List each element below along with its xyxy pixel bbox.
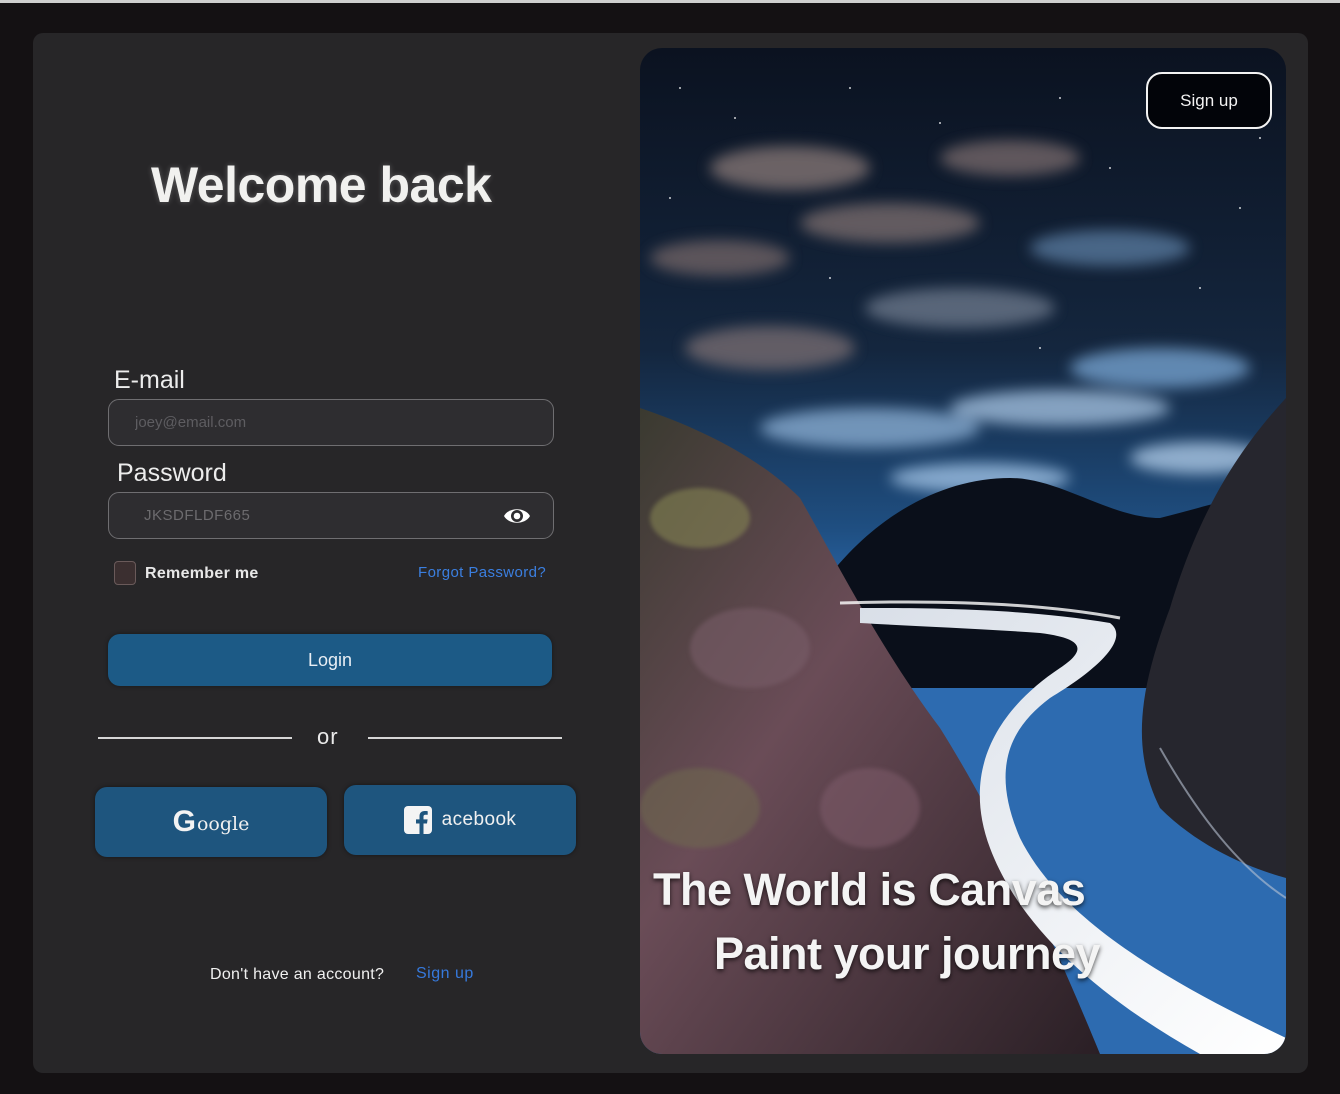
email-field-wrapper (108, 399, 554, 446)
email-field[interactable] (109, 400, 553, 445)
google-login-button[interactable]: G oogle (95, 787, 327, 857)
page-title: Welcome back (151, 157, 492, 213)
google-button-label: oogle (196, 813, 250, 835)
facebook-icon (403, 806, 432, 834)
password-label: Password (117, 459, 227, 487)
password-field-wrapper (108, 492, 554, 539)
email-label: E-mail (114, 366, 185, 394)
hero-tagline-line1: The World is Canvas (653, 864, 1086, 915)
window-top-border (0, 0, 1340, 3)
facebook-login-button[interactable]: acebook (344, 785, 576, 855)
login-button[interactable]: Login (108, 634, 552, 686)
password-field[interactable] (109, 493, 553, 538)
signup-link[interactable]: Sign up (416, 965, 474, 983)
forgot-password-link[interactable]: Forgot Password? (418, 564, 546, 581)
remember-checkbox[interactable] (114, 561, 136, 585)
no-account-text: Don't have an account? (210, 966, 385, 983)
facebook-button-label: acebook (441, 809, 517, 830)
hero-tagline-line2: Paint your journey (714, 928, 1101, 979)
google-icon: G (172, 805, 196, 838)
or-separator: or (317, 724, 339, 749)
remember-label: Remember me (145, 565, 259, 582)
eye-icon[interactable] (503, 504, 531, 528)
divider-right (368, 737, 562, 739)
divider-left (98, 737, 292, 739)
signup-button[interactable]: Sign up (1146, 72, 1272, 129)
